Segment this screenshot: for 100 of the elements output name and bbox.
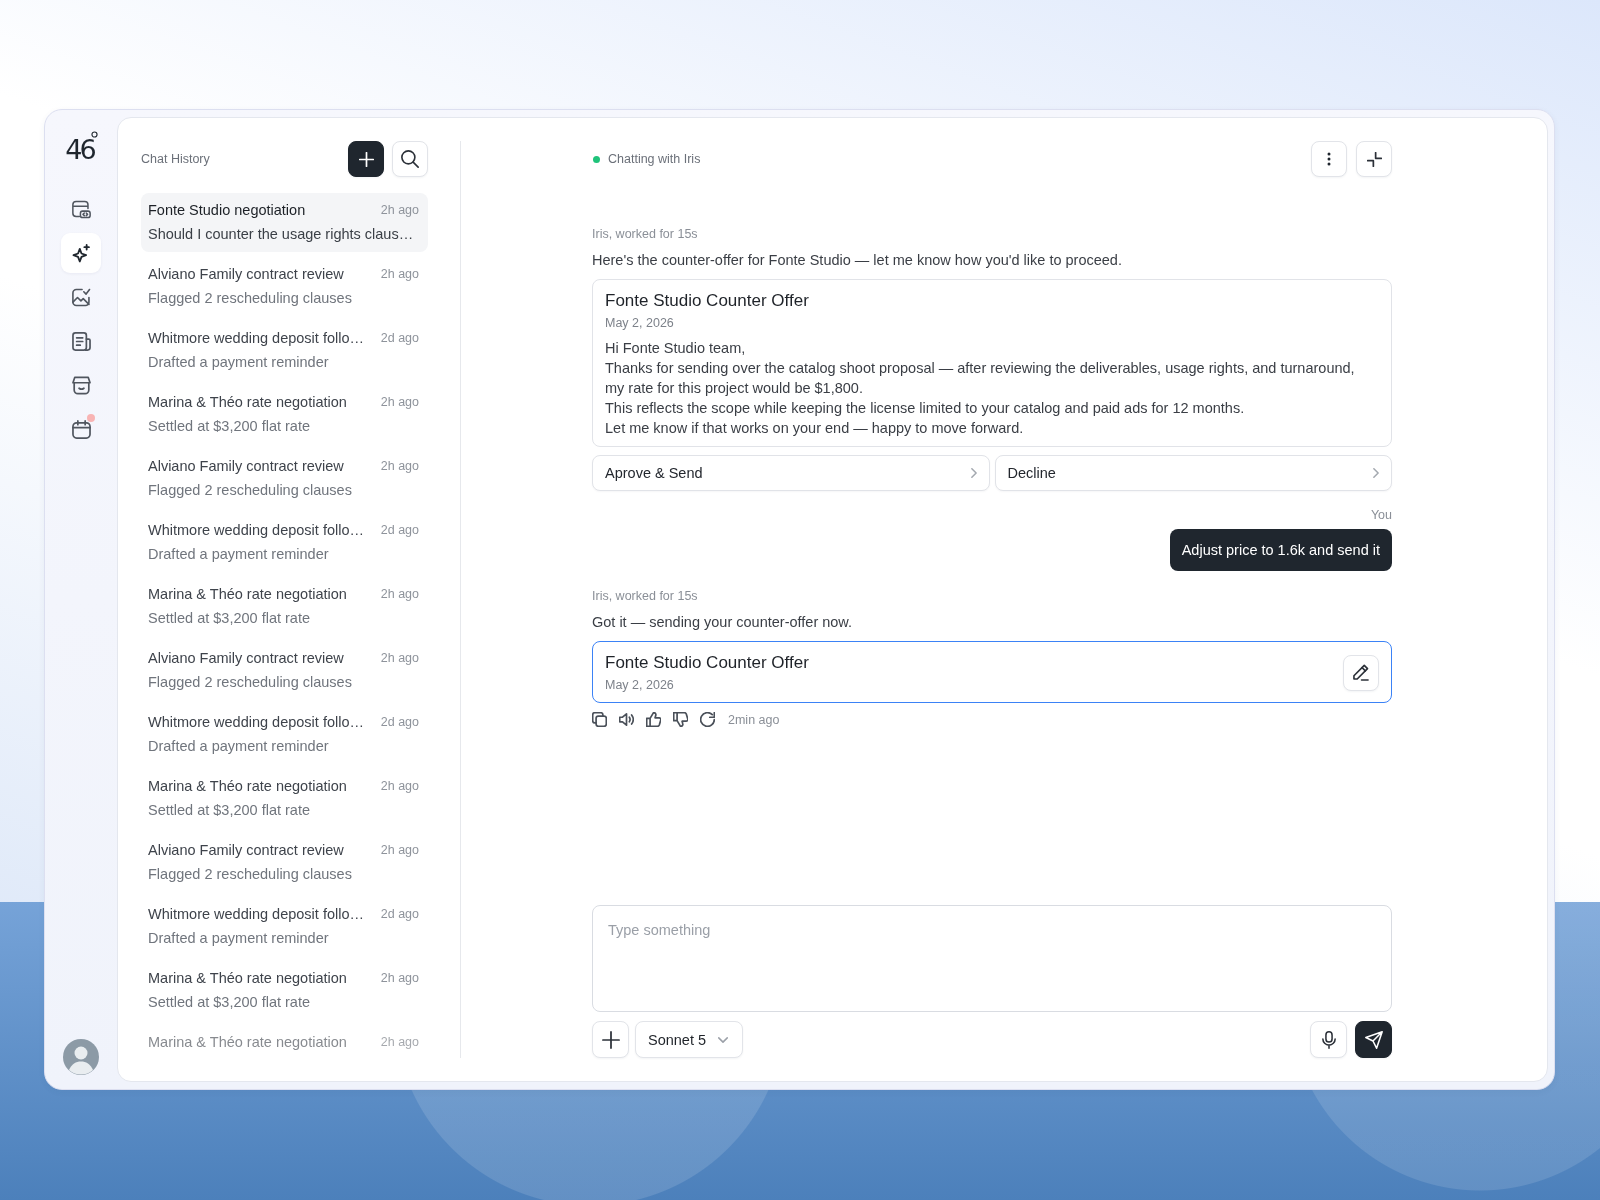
sender-label: You (1370, 507, 1392, 523)
message-text: Got it — sending your counter-offer now. (592, 613, 853, 632)
offer-card[interactable]: Fonte Studio Counter Offer May 2, 2026 (592, 641, 1392, 703)
action-button[interactable]: Decline (994, 455, 1392, 491)
refresh-icon[interactable] (700, 712, 715, 727)
message-text: Here's the counter-offer for Fonte Studio — let me know how you'd like to proceed. (592, 251, 1122, 270)
chat-item[interactable]: Fonte Studio negotiation 2h ago Should I counter the usage rights claus… (141, 193, 428, 252)
chat-time: 2h ago (380, 267, 419, 281)
card-date: May 2, 2026 (605, 677, 674, 694)
chat-preview: Flagged 2 rescheduling clauses (148, 289, 353, 308)
chat-item[interactable]: Marina & Théo rate negotiation 2h ago Settled at $3,200 flat rate (141, 961, 428, 1020)
microphone-button[interactable] (1310, 1021, 1347, 1058)
search-icon (401, 150, 419, 168)
chat-title: Marina & Théo rate negotiation (148, 1034, 348, 1050)
more-icon (1327, 152, 1331, 166)
chat-preview: Flagged 2 rescheduling clauses (148, 481, 353, 500)
sidebar-title: Chat History (141, 152, 211, 166)
chat-title: Whitmore wedding deposit follo… (148, 522, 365, 538)
send-button[interactable] (1355, 1021, 1392, 1058)
send-icon (1364, 1030, 1383, 1049)
message-meta: Iris, worked for 15s (592, 588, 698, 605)
card-paragraph: This reflects the scope while keeping the license limited to your catalog and paid ads for 12 months. (605, 399, 1246, 418)
chat-preview: Settled at $3,200 flat rate (148, 801, 312, 820)
card-title: Fonte Studio Counter Offer (605, 652, 809, 674)
chat-item[interactable]: Marina & Théo rate negotiation 2h ago (141, 1025, 428, 1052)
chat-time: 2d ago (380, 715, 419, 729)
chevron-down-icon (718, 1036, 729, 1043)
chat-time: 2h ago (380, 971, 419, 985)
pencil-icon (1352, 664, 1370, 682)
card-paragraph: Let me know if that works on your end — happy to move forward. (605, 419, 1025, 438)
chat-time: 2h ago (380, 1035, 419, 1049)
chat-time: 2d ago (380, 331, 419, 345)
chat-time: 2d ago (380, 523, 419, 537)
chat-preview: Settled at $3,200 flat rate (148, 609, 312, 628)
chat-title: Marina & Théo rate negotiation (148, 778, 348, 794)
copy-icon[interactable] (592, 712, 607, 727)
model-dropdown[interactable]: Sonnet 5 (635, 1021, 744, 1058)
circle-icon (90, 131, 98, 138)
chat-title: Marina & Théo rate negotiation (148, 586, 348, 602)
chevron-right-icon (1373, 468, 1379, 478)
new-chat-button[interactable] (348, 141, 384, 177)
attach-button[interactable] (592, 1021, 629, 1058)
chat-time: 2h ago (380, 395, 419, 409)
chat-preview: Drafted a payment reminder (148, 353, 330, 372)
image-check-icon (71, 287, 91, 307)
card-paragraph: Thanks for sending over the catalog shoot proposal — after reviewing the deliverables, usage rights, and turnaround, my rate for this project would be $1,800. (605, 359, 1356, 398)
chat-title: Alviano Family contract review (148, 458, 345, 474)
chat-item[interactable]: Whitmore wedding deposit follo… 2d ago Drafted a payment reminder (141, 897, 428, 956)
avatar-icon[interactable] (63, 1039, 99, 1075)
nav-button[interactable] (61, 233, 101, 273)
search-button[interactable] (392, 141, 428, 177)
chat-item[interactable]: Alviano Family contract review 2h ago Flagged 2 rescheduling clauses (141, 257, 428, 316)
chat-preview: Flagged 2 rescheduling clauses (148, 865, 353, 884)
chat-item[interactable]: Whitmore wedding deposit follo… 2d ago Drafted a payment reminder (141, 321, 428, 380)
message-input[interactable]: Type something (592, 905, 1392, 1012)
logo-text: 46 (65, 136, 96, 164)
chat-title: Whitmore wedding deposit follo… (148, 714, 365, 730)
chat-item[interactable]: Marina & Théo rate negotiation 2h ago Settled at $3,200 flat rate (141, 577, 428, 636)
microphone-icon (1319, 1030, 1338, 1049)
chat-title: Alviano Family contract review (148, 650, 345, 666)
chat-title: Marina & Théo rate negotiation (148, 970, 348, 986)
speaker-icon[interactable] (619, 712, 634, 727)
sparkle-icon (71, 243, 91, 263)
chat-item[interactable]: Alviano Family contract review 2h ago Flagged 2 rescheduling clauses (141, 641, 428, 700)
collapse-icon (1366, 151, 1382, 167)
chat-time: 2h ago (380, 651, 419, 665)
chat-item[interactable]: Whitmore wedding deposit follo… 2d ago Drafted a payment reminder (141, 513, 428, 572)
chat-preview: Drafted a payment reminder (148, 545, 330, 564)
chat-item[interactable]: Alviano Family contract review 2h ago Flagged 2 rescheduling clauses (141, 449, 428, 508)
chat-time: 2h ago (380, 203, 419, 217)
chat-preview: Settled at $3,200 flat rate (148, 417, 312, 436)
chat-preview: Drafted a payment reminder (148, 929, 330, 948)
code-window-icon (71, 199, 91, 219)
card-date: May 2, 2026 (605, 315, 674, 332)
thumbs-up-icon[interactable] (646, 712, 661, 727)
user-message-bubble: Adjust price to 1.6k and send it (1169, 529, 1392, 571)
chat-title: Whitmore wedding deposit follo… (148, 330, 365, 346)
collapse-button[interactable] (1356, 141, 1392, 177)
chat-time: 2d ago (380, 907, 419, 921)
chat-preview: Drafted a payment reminder (148, 737, 330, 756)
thumbs-down-icon[interactable] (673, 712, 688, 727)
chat-preview: Should I counter the usage rights claus… (148, 225, 415, 244)
chat-time: 2h ago (380, 779, 419, 793)
card-paragraph: Hi Fonte Studio team, (605, 339, 747, 358)
offer-card[interactable] (592, 279, 1392, 447)
plus-icon (358, 151, 374, 167)
chat-title: Marina & Théo rate negotiation (148, 394, 348, 410)
plus-icon (601, 1030, 620, 1049)
card-title: Fonte Studio Counter Offer (605, 290, 809, 312)
chat-time: 2h ago (380, 843, 419, 857)
chat-item[interactable]: Marina & Théo rate negotiation 2h ago Settled at $3,200 flat rate (141, 385, 428, 444)
chat-time: 2h ago (380, 459, 419, 473)
chat-item[interactable]: Alviano Family contract review 2h ago Flagged 2 rescheduling clauses (141, 833, 428, 892)
edit-button[interactable] (1343, 655, 1379, 691)
chat-item[interactable]: Marina & Théo rate negotiation 2h ago Settled at $3,200 flat rate (141, 769, 428, 828)
chat-item[interactable]: Whitmore wedding deposit follo… 2d ago Drafted a payment reminder (141, 705, 428, 764)
chat-title: Fonte Studio negotiation (148, 202, 307, 218)
message-meta: Iris, worked for 15s (592, 226, 698, 243)
action-button[interactable]: Aprove & Send (592, 455, 990, 491)
chat-status: Chatting with Iris (608, 152, 702, 166)
